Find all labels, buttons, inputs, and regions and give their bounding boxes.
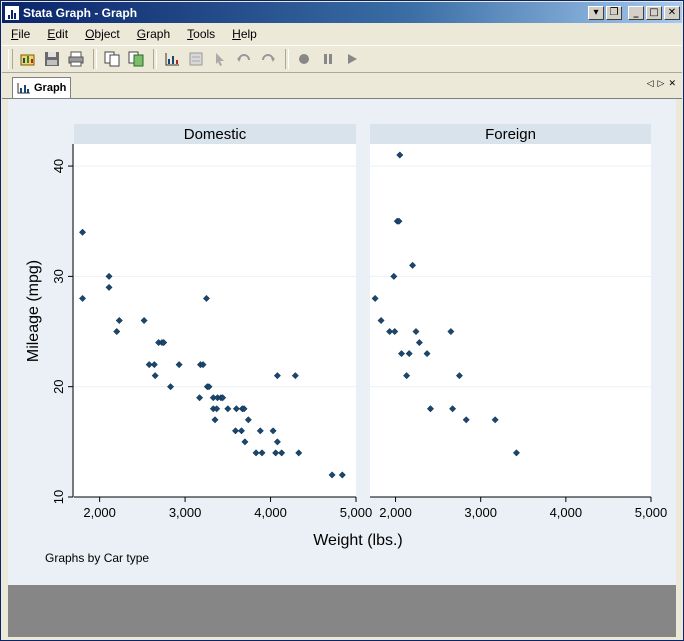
graph-window-empty-area bbox=[8, 585, 676, 637]
window-title: Stata Graph - Graph bbox=[23, 5, 138, 20]
y-tick-label: 20 bbox=[51, 379, 66, 393]
y-tick-label: 30 bbox=[51, 269, 66, 283]
pause-button[interactable] bbox=[317, 48, 339, 70]
toolbar-grip[interactable] bbox=[8, 49, 13, 69]
menu-tools[interactable]: Tools bbox=[178, 27, 223, 41]
menu-help[interactable]: Help bbox=[223, 27, 265, 41]
maximize-button[interactable]: □ bbox=[646, 5, 662, 20]
x-tick-label: 4,000 bbox=[254, 505, 287, 520]
record-icon bbox=[299, 54, 309, 64]
graph-editor-button[interactable] bbox=[161, 48, 183, 70]
redo-icon bbox=[262, 54, 275, 62]
tab-graph[interactable]: Graph bbox=[12, 77, 72, 98]
x-tick-label: 3,000 bbox=[169, 505, 202, 520]
menu-graph[interactable]: Graph bbox=[128, 27, 178, 41]
pause-icon bbox=[324, 54, 332, 64]
tab-graph-label: Graph bbox=[34, 82, 67, 94]
x-tick-label: 5,000 bbox=[635, 505, 668, 520]
x-tick-label: 2,000 bbox=[83, 505, 116, 520]
properties-icon bbox=[189, 52, 203, 66]
graph-note: Graphs by Car type bbox=[45, 551, 149, 565]
toolbar-separator bbox=[93, 49, 97, 69]
tab-scroll-right-icon[interactable]: ▷ bbox=[658, 78, 665, 89]
save-button[interactable] bbox=[41, 48, 63, 70]
tab-scroll-left-icon[interactable]: ◁ bbox=[647, 78, 654, 89]
stata-graph-window: Stata Graph - Graph ▾ ❐ _ □ ✕ File Edit … bbox=[0, 0, 684, 641]
open-graph-icon bbox=[20, 54, 35, 66]
y-axis-title: Mileage (mpg) bbox=[25, 260, 42, 362]
minimize-button[interactable]: _ bbox=[628, 5, 644, 20]
copy-as-button[interactable] bbox=[125, 48, 147, 70]
x-tick-label: 3,000 bbox=[464, 505, 497, 520]
x-tick-label: 5,000 bbox=[340, 505, 373, 520]
open-graph-button[interactable] bbox=[17, 48, 39, 70]
record-button[interactable] bbox=[293, 48, 315, 70]
scatter-plot: Domestic 2,000 3,000 4,000 5,000 Foreign 2,000… bbox=[25, 124, 668, 565]
y-tick-label: 40 bbox=[51, 159, 66, 173]
panel-title-foreign: Foreign bbox=[485, 126, 536, 143]
restore-child-button[interactable]: ❐ bbox=[606, 5, 622, 20]
menu-object[interactable]: Object bbox=[76, 27, 128, 41]
properties-button[interactable] bbox=[185, 48, 207, 70]
window-menu-button[interactable]: ▾ bbox=[588, 5, 604, 20]
close-button[interactable]: ✕ bbox=[664, 5, 680, 20]
plot-region-foreign bbox=[370, 144, 651, 497]
copy-icon bbox=[104, 51, 120, 67]
y-tick-label: 10 bbox=[51, 490, 66, 504]
pointer-icon bbox=[216, 53, 224, 66]
tab-close-icon[interactable]: ✕ bbox=[668, 78, 676, 89]
title-bar[interactable]: Stata Graph - Graph ▾ ❐ _ □ ✕ bbox=[2, 2, 682, 23]
panel-title-domestic: Domestic bbox=[184, 126, 247, 143]
undo-button[interactable] bbox=[233, 48, 255, 70]
graph-editor-icon bbox=[165, 53, 179, 66]
play-button[interactable] bbox=[341, 48, 363, 70]
graph-tab-icon bbox=[17, 83, 30, 94]
toolbar-separator bbox=[285, 49, 289, 69]
play-icon bbox=[348, 54, 357, 64]
save-icon bbox=[45, 52, 59, 66]
x-axis-title: Weight (lbs.) bbox=[313, 532, 403, 549]
menu-bar: File Edit Object Graph Tools Help bbox=[2, 24, 682, 44]
pointer-button[interactable] bbox=[209, 48, 231, 70]
menu-edit[interactable]: Edit bbox=[38, 27, 76, 41]
graph-tab-strip: Graph ◁ ▷ ✕ bbox=[2, 74, 682, 99]
print-icon bbox=[68, 51, 84, 67]
copy-as-icon bbox=[128, 51, 144, 67]
toolbar-separator bbox=[153, 49, 157, 69]
x-tick-label: 2,000 bbox=[379, 505, 412, 520]
undo-icon bbox=[237, 54, 250, 62]
toolbar bbox=[2, 45, 682, 73]
stata-graph-app-icon bbox=[5, 5, 19, 20]
menu-file[interactable]: File bbox=[2, 27, 38, 41]
graph-canvas[interactable]: Domestic 2,000 3,000 4,000 5,000 Foreign 2,000… bbox=[8, 99, 676, 585]
print-button[interactable] bbox=[65, 48, 87, 70]
x-tick-label: 4,000 bbox=[550, 505, 583, 520]
copy-button[interactable] bbox=[101, 48, 123, 70]
redo-button[interactable] bbox=[257, 48, 279, 70]
